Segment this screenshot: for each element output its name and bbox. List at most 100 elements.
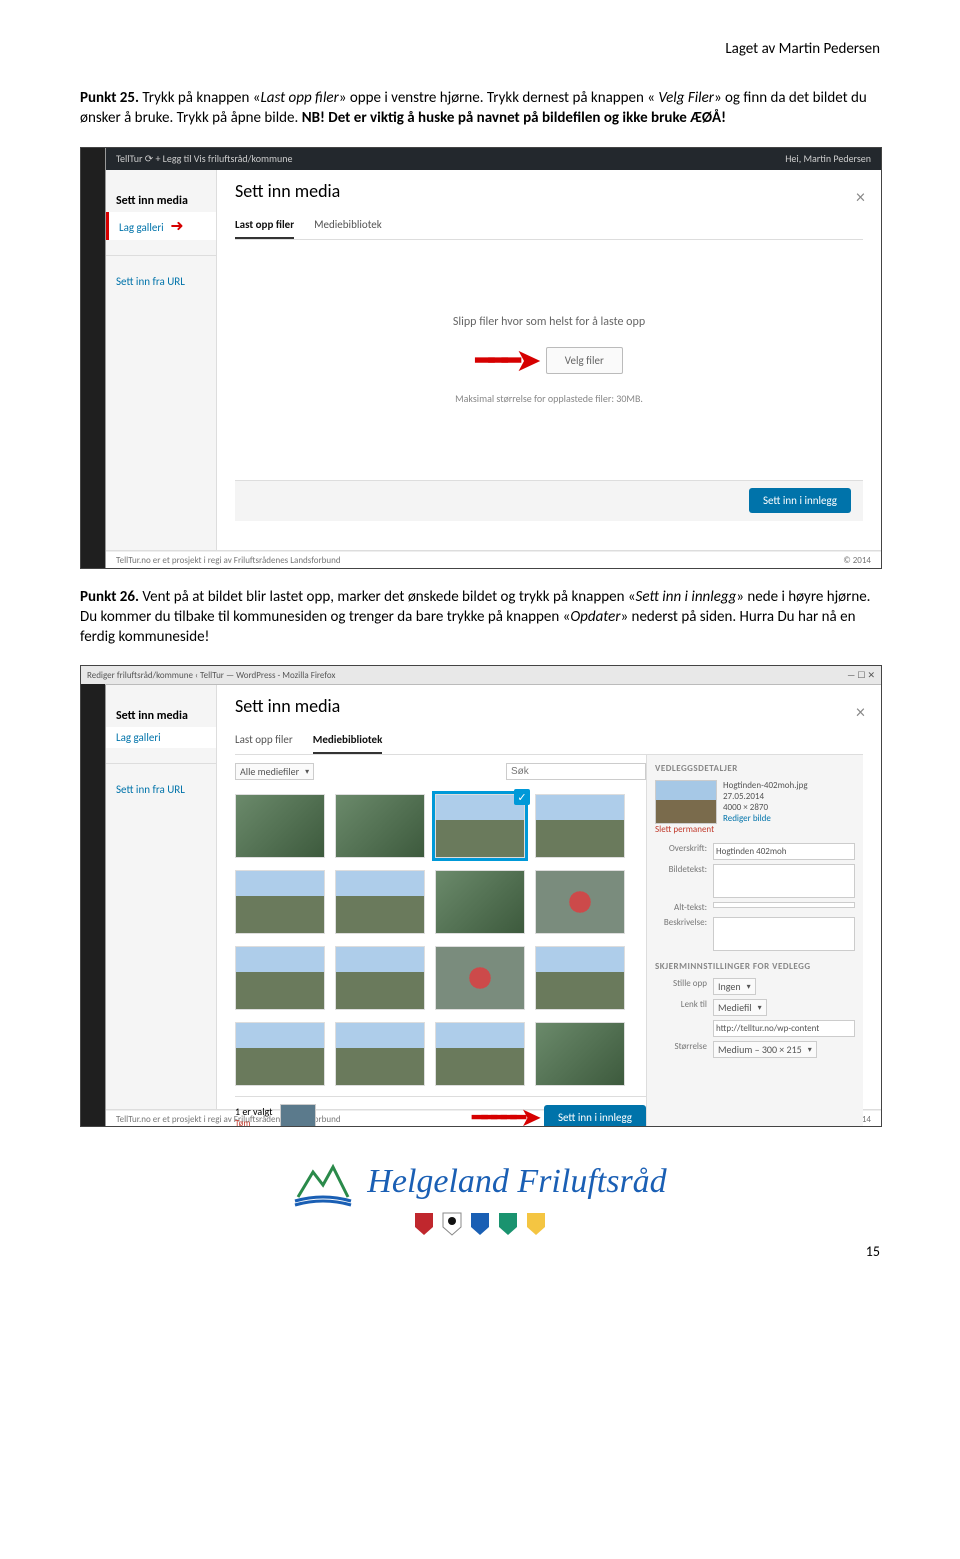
media-side-gallery[interactable]: Lag galleri ➜	[106, 212, 216, 240]
selection-bar: 1 er valgt Tøm ━━━━━➤ Sett inn i innlegg	[235, 1096, 646, 1127]
field-title[interactable]: Hogtinden 402moh	[713, 843, 855, 860]
page-byline: Laget av Martin Pedersen	[80, 40, 880, 58]
insert-button[interactable]: Sett inn i innlegg	[749, 488, 851, 513]
close-icon[interactable]: ×	[856, 701, 865, 723]
lbl-caption: Bildetekst:	[655, 864, 707, 875]
filter-bar: Alle mediefiler	[235, 755, 646, 788]
crest-icon	[413, 1211, 435, 1237]
para-punkt25: Punkt 25. Trykk på knappen «Last opp fil…	[80, 88, 880, 129]
choose-files-button[interactable]: Velg filer	[546, 347, 623, 374]
separator	[106, 255, 216, 256]
sel-link[interactable]: Mediefil	[713, 999, 767, 1016]
media-modal-title: Sett inn media	[235, 180, 863, 202]
lbl-align: Stille opp	[655, 978, 707, 989]
p1-t2: » oppe i venstre hjørne. Trykk dernest p…	[339, 89, 655, 107]
arrow-icon: ➜	[170, 217, 179, 236]
p1-nb: NB! Det er viktig å huske på navnet på b…	[302, 109, 726, 127]
crest-icon	[469, 1211, 491, 1237]
thumb[interactable]	[335, 1022, 425, 1086]
drop-zone[interactable]: Slipp filer hvor som helst for å laste o…	[235, 240, 863, 480]
wp-footer: TellTur.no er et prosjekt i regi av Fril…	[106, 551, 881, 569]
crest-icon	[441, 1211, 463, 1237]
attachment-meta: Hogtinden-402moh.jpg 27.05.2014 4000 × 2…	[655, 780, 855, 835]
thumb[interactable]	[235, 1022, 325, 1086]
lbl-alt: Alt-tekst:	[655, 902, 707, 913]
field-caption[interactable]	[713, 864, 855, 898]
media-side-title: Sett inn media	[106, 705, 216, 727]
attachment-details: VEDLEGGSDETALJER Hogtinden-402moh.jpg 27…	[646, 755, 863, 1127]
media-tabs: Last opp filer Mediebibliotek	[235, 212, 863, 240]
p2-i2: Opdater	[570, 608, 620, 626]
field-desc[interactable]	[713, 917, 855, 951]
separator	[106, 763, 216, 764]
side-gallery-label: Lag galleri	[119, 221, 164, 234]
thumb[interactable]	[235, 946, 325, 1010]
para-punkt26: Punkt 26. Vent på at bildet blir lastet …	[80, 587, 880, 648]
thumb[interactable]	[335, 946, 425, 1010]
lbl-link: Lenk til	[655, 999, 707, 1010]
search-input[interactable]	[506, 763, 646, 780]
filter-select[interactable]: Alle mediefiler	[235, 763, 314, 780]
tab-library[interactable]: Mediebibliotek	[314, 212, 382, 239]
arrow-icon: ━━━➤	[475, 341, 536, 380]
media-side-url[interactable]: Sett inn fra URL	[106, 271, 216, 292]
media-side-gallery[interactable]: Lag galleri	[106, 727, 216, 748]
footer-org-name: Helgeland Friluftsråd	[367, 1163, 666, 1201]
tab-upload[interactable]: Last opp filer	[235, 727, 293, 754]
window-controls[interactable]: — ☐ ✕	[847, 670, 875, 681]
thumb[interactable]	[535, 946, 625, 1010]
screenshot-upload: TellTur ⟳ + Legg til Vis friluftsråd/kom…	[80, 147, 882, 569]
insert-button[interactable]: Sett inn i innlegg	[544, 1105, 646, 1128]
thumb[interactable]	[535, 870, 625, 934]
media-side-url[interactable]: Sett inn fra URL	[106, 779, 216, 800]
wp-footer-left: TellTur.no er et prosjekt i regi av Fril…	[116, 555, 341, 566]
thumb[interactable]	[335, 794, 425, 858]
media-side-title: Sett inn media	[106, 190, 216, 212]
thumb[interactable]	[535, 1022, 625, 1086]
media-modal-title: Sett inn media	[235, 695, 863, 717]
media-main: × Sett inn media Last opp filer Mediebib…	[217, 170, 881, 550]
punkt26-label: Punkt 26.	[80, 588, 139, 606]
p1-i2: Velg Filer	[655, 89, 714, 107]
lbl-size: Størrelse	[655, 1041, 707, 1052]
tab-upload[interactable]: Last opp filer	[235, 212, 294, 239]
mountain-logo-icon	[293, 1157, 353, 1207]
topbar-left: TellTur ⟳ + Legg til Vis friluftsråd/kom…	[116, 152, 292, 165]
thumb[interactable]	[335, 870, 425, 934]
tab-library[interactable]: Mediebibliotek	[313, 727, 383, 754]
details-heading: VEDLEGGSDETALJER	[655, 763, 855, 774]
lbl-title: Overskrift:	[655, 843, 707, 854]
field-url[interactable]: http://telltur.no/wp-content	[713, 1020, 855, 1037]
field-alt[interactable]	[713, 902, 855, 908]
thumb[interactable]	[235, 794, 325, 858]
media-sidebar: Sett inn media Lag galleri Sett inn fra …	[106, 685, 217, 1109]
p2-t1: Vent på at bildet blir lastet opp, marke…	[139, 588, 636, 606]
thumb[interactable]	[435, 870, 525, 934]
sel-align[interactable]: Ingen	[713, 978, 756, 995]
punkt25-label: Punkt 25.	[80, 89, 139, 107]
page-number: 15	[80, 1243, 880, 1260]
crest-row	[80, 1211, 880, 1237]
drop-text: Slipp filer hvor som helst for å laste o…	[453, 315, 645, 329]
crest-icon	[525, 1211, 547, 1237]
thumb[interactable]	[435, 946, 525, 1010]
thumb[interactable]	[435, 1022, 525, 1086]
thumb[interactable]	[235, 870, 325, 934]
close-icon[interactable]: ×	[856, 186, 865, 208]
max-size-text: Maksimal størrelse for opplastede filer:…	[455, 392, 643, 405]
thumb-selected[interactable]	[435, 794, 525, 858]
display-heading: SKJERMINNSTILLINGER FOR VEDLEGG	[655, 961, 855, 972]
media-sidebar: Sett inn media Lag galleri ➜ Sett inn fr…	[106, 170, 217, 550]
clear-selection[interactable]: Tøm	[235, 1118, 272, 1127]
delete-link[interactable]: Slett permanent	[655, 824, 855, 835]
selection-thumb[interactable]	[280, 1104, 316, 1127]
media-main: × Sett inn media Last opp filer Mediebib…	[217, 685, 881, 1109]
sel-size[interactable]: Medium – 300 × 215	[713, 1041, 817, 1058]
wp-admin-rail	[81, 684, 105, 1126]
wp-topbar: TellTur ⟳ + Legg til Vis friluftsråd/kom…	[106, 148, 881, 170]
detail-thumb	[655, 780, 717, 824]
thumb[interactable]	[535, 794, 625, 858]
wp-footer-right: © 2014	[843, 555, 871, 566]
p1-t1: Trykk på knappen «	[139, 89, 260, 107]
topbar-right: Hei, Martin Pedersen	[785, 152, 871, 165]
